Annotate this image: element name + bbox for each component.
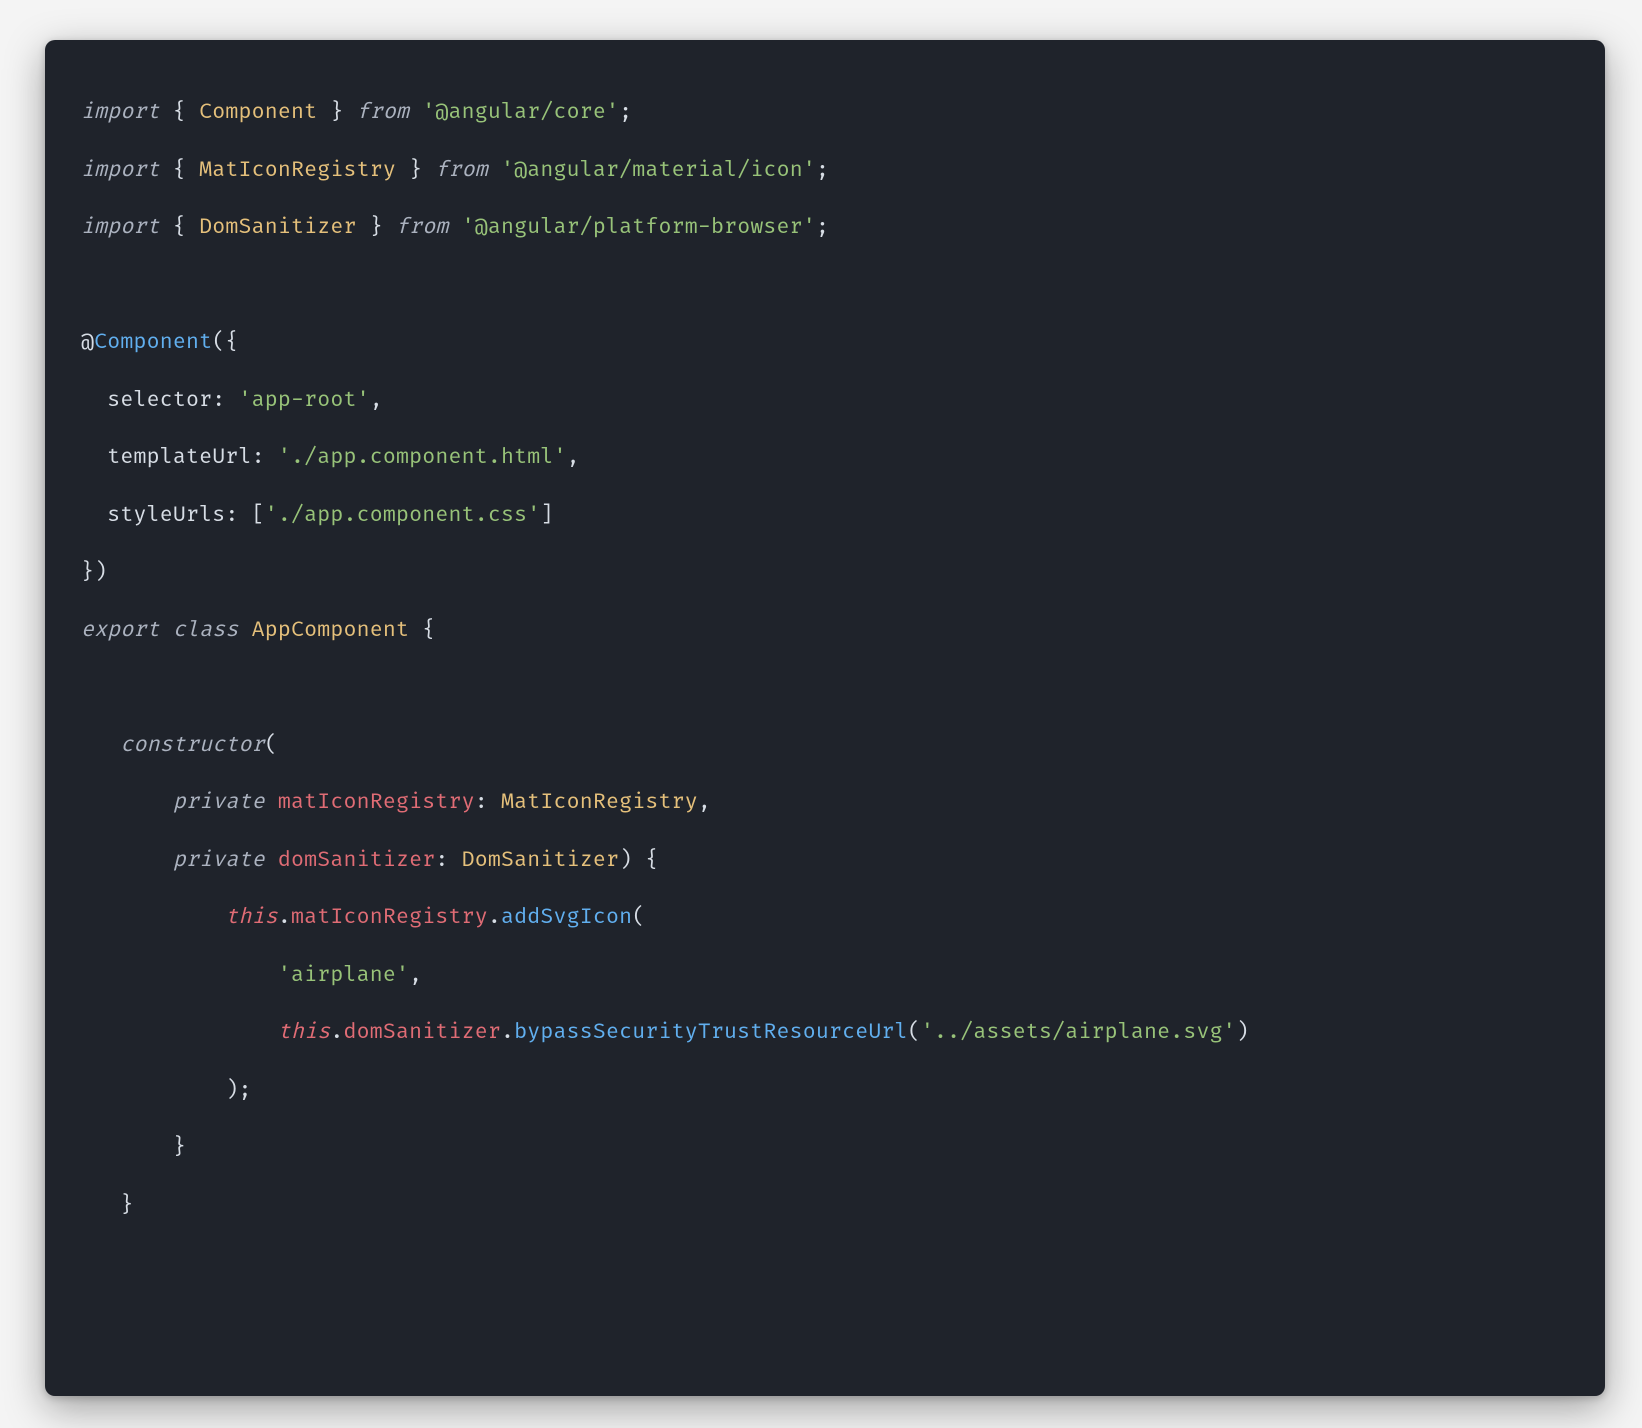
dot: . <box>501 1020 514 1045</box>
paren-brace: ) { <box>619 848 658 873</box>
keyword-import: import <box>81 100 160 125</box>
class-appcomponent: AppComponent <box>252 618 409 643</box>
keyword-constructor: constructor <box>120 733 264 758</box>
string-svgpath: '../assets/airplane.svg' <box>921 1020 1236 1045</box>
class-maticonregistry: MatIconRegistry <box>199 158 396 183</box>
indent <box>81 848 173 873</box>
string-module: '@angular/core' <box>422 100 619 125</box>
space <box>265 445 278 470</box>
paren-open: ( <box>632 905 645 930</box>
class-component: Component <box>199 100 317 125</box>
comma: , <box>567 445 580 470</box>
string-selector: 'app-root' <box>238 388 369 413</box>
space <box>239 618 252 643</box>
paren-open: ( <box>265 733 278 758</box>
indent <box>81 1193 120 1218</box>
brace: { <box>160 215 199 240</box>
method-bypass: bypassSecurityTrustResourceUrl <box>514 1020 908 1045</box>
bracket: [ <box>238 503 264 528</box>
space <box>225 388 238 413</box>
param-maticonregistry: matIconRegistry <box>278 790 475 815</box>
keyword-private: private <box>173 790 265 815</box>
decorator-at: @ <box>81 330 94 355</box>
indent <box>81 503 107 528</box>
paren-open: ( <box>908 1020 921 1045</box>
keyword-import: import <box>81 215 160 240</box>
string-style: './app.component.css' <box>265 503 541 528</box>
brace-close: } <box>173 1135 186 1160</box>
paren-close: ) <box>1236 1020 1249 1045</box>
bracket-close: ] <box>540 503 553 528</box>
code-block-card: import { Component } from '@angular/core… <box>45 40 1605 1396</box>
paren-semi: ); <box>225 1078 251 1103</box>
member-domsanitizer: domSanitizer <box>343 1020 500 1045</box>
brace: { <box>160 100 199 125</box>
indent <box>81 445 107 470</box>
brace: { <box>160 158 199 183</box>
dot: . <box>488 905 501 930</box>
indent <box>81 733 120 758</box>
keyword-from: from <box>435 158 488 183</box>
brace: } <box>317 100 356 125</box>
keyword-import: import <box>81 158 160 183</box>
prop-styleurls: styleUrls: <box>107 503 238 528</box>
decorator-component: Component <box>94 330 212 355</box>
param-domsanitizer: domSanitizer <box>278 848 435 873</box>
colon: : <box>435 848 461 873</box>
space <box>160 618 173 643</box>
string-module: '@angular/material/icon' <box>501 158 816 183</box>
keyword-this: this <box>278 1020 331 1045</box>
paren-open: ({ <box>212 330 238 355</box>
colon: : <box>475 790 501 815</box>
semicolon: ; <box>816 215 829 240</box>
comma: , <box>370 388 383 413</box>
indent <box>81 1078 225 1103</box>
prop-selector: selector: <box>107 388 225 413</box>
type-maticonregistry: MatIconRegistry <box>501 790 698 815</box>
string-airplane: 'airplane' <box>278 963 409 988</box>
class-domsanitizer: DomSanitizer <box>199 215 356 240</box>
method-addsvgicon: addSvgIcon <box>501 905 632 930</box>
indent <box>81 790 173 815</box>
brace: { <box>422 618 435 643</box>
space <box>409 618 422 643</box>
brace-close: } <box>120 1193 133 1218</box>
brace: } <box>357 215 396 240</box>
prop-templateurl: templateUrl: <box>107 445 264 470</box>
indent <box>81 1020 278 1045</box>
string-template: './app.component.html' <box>278 445 567 470</box>
keyword-from: from <box>396 215 449 240</box>
keyword-class: class <box>173 618 239 643</box>
string-module: '@angular/platform-browser' <box>462 215 816 240</box>
member-maticonregistry: matIconRegistry <box>291 905 488 930</box>
brace: } <box>396 158 435 183</box>
indent <box>81 963 278 988</box>
space <box>265 790 278 815</box>
space <box>488 158 501 183</box>
dot: . <box>278 905 291 930</box>
indent <box>81 388 107 413</box>
keyword-export: export <box>81 618 160 643</box>
space <box>448 215 461 240</box>
semicolon: ; <box>619 100 632 125</box>
keyword-this: this <box>225 905 278 930</box>
paren-close: }) <box>81 560 107 585</box>
keyword-from: from <box>357 100 410 125</box>
comma: , <box>409 963 422 988</box>
keyword-private: private <box>173 848 265 873</box>
space <box>409 100 422 125</box>
indent <box>81 905 225 930</box>
comma: , <box>698 790 711 815</box>
code-content: import { Component } from '@angular/core… <box>81 84 1569 1234</box>
space <box>265 848 278 873</box>
indent <box>81 1135 173 1160</box>
semicolon: ; <box>816 158 829 183</box>
type-domsanitizer: DomSanitizer <box>462 848 619 873</box>
dot: . <box>330 1020 343 1045</box>
